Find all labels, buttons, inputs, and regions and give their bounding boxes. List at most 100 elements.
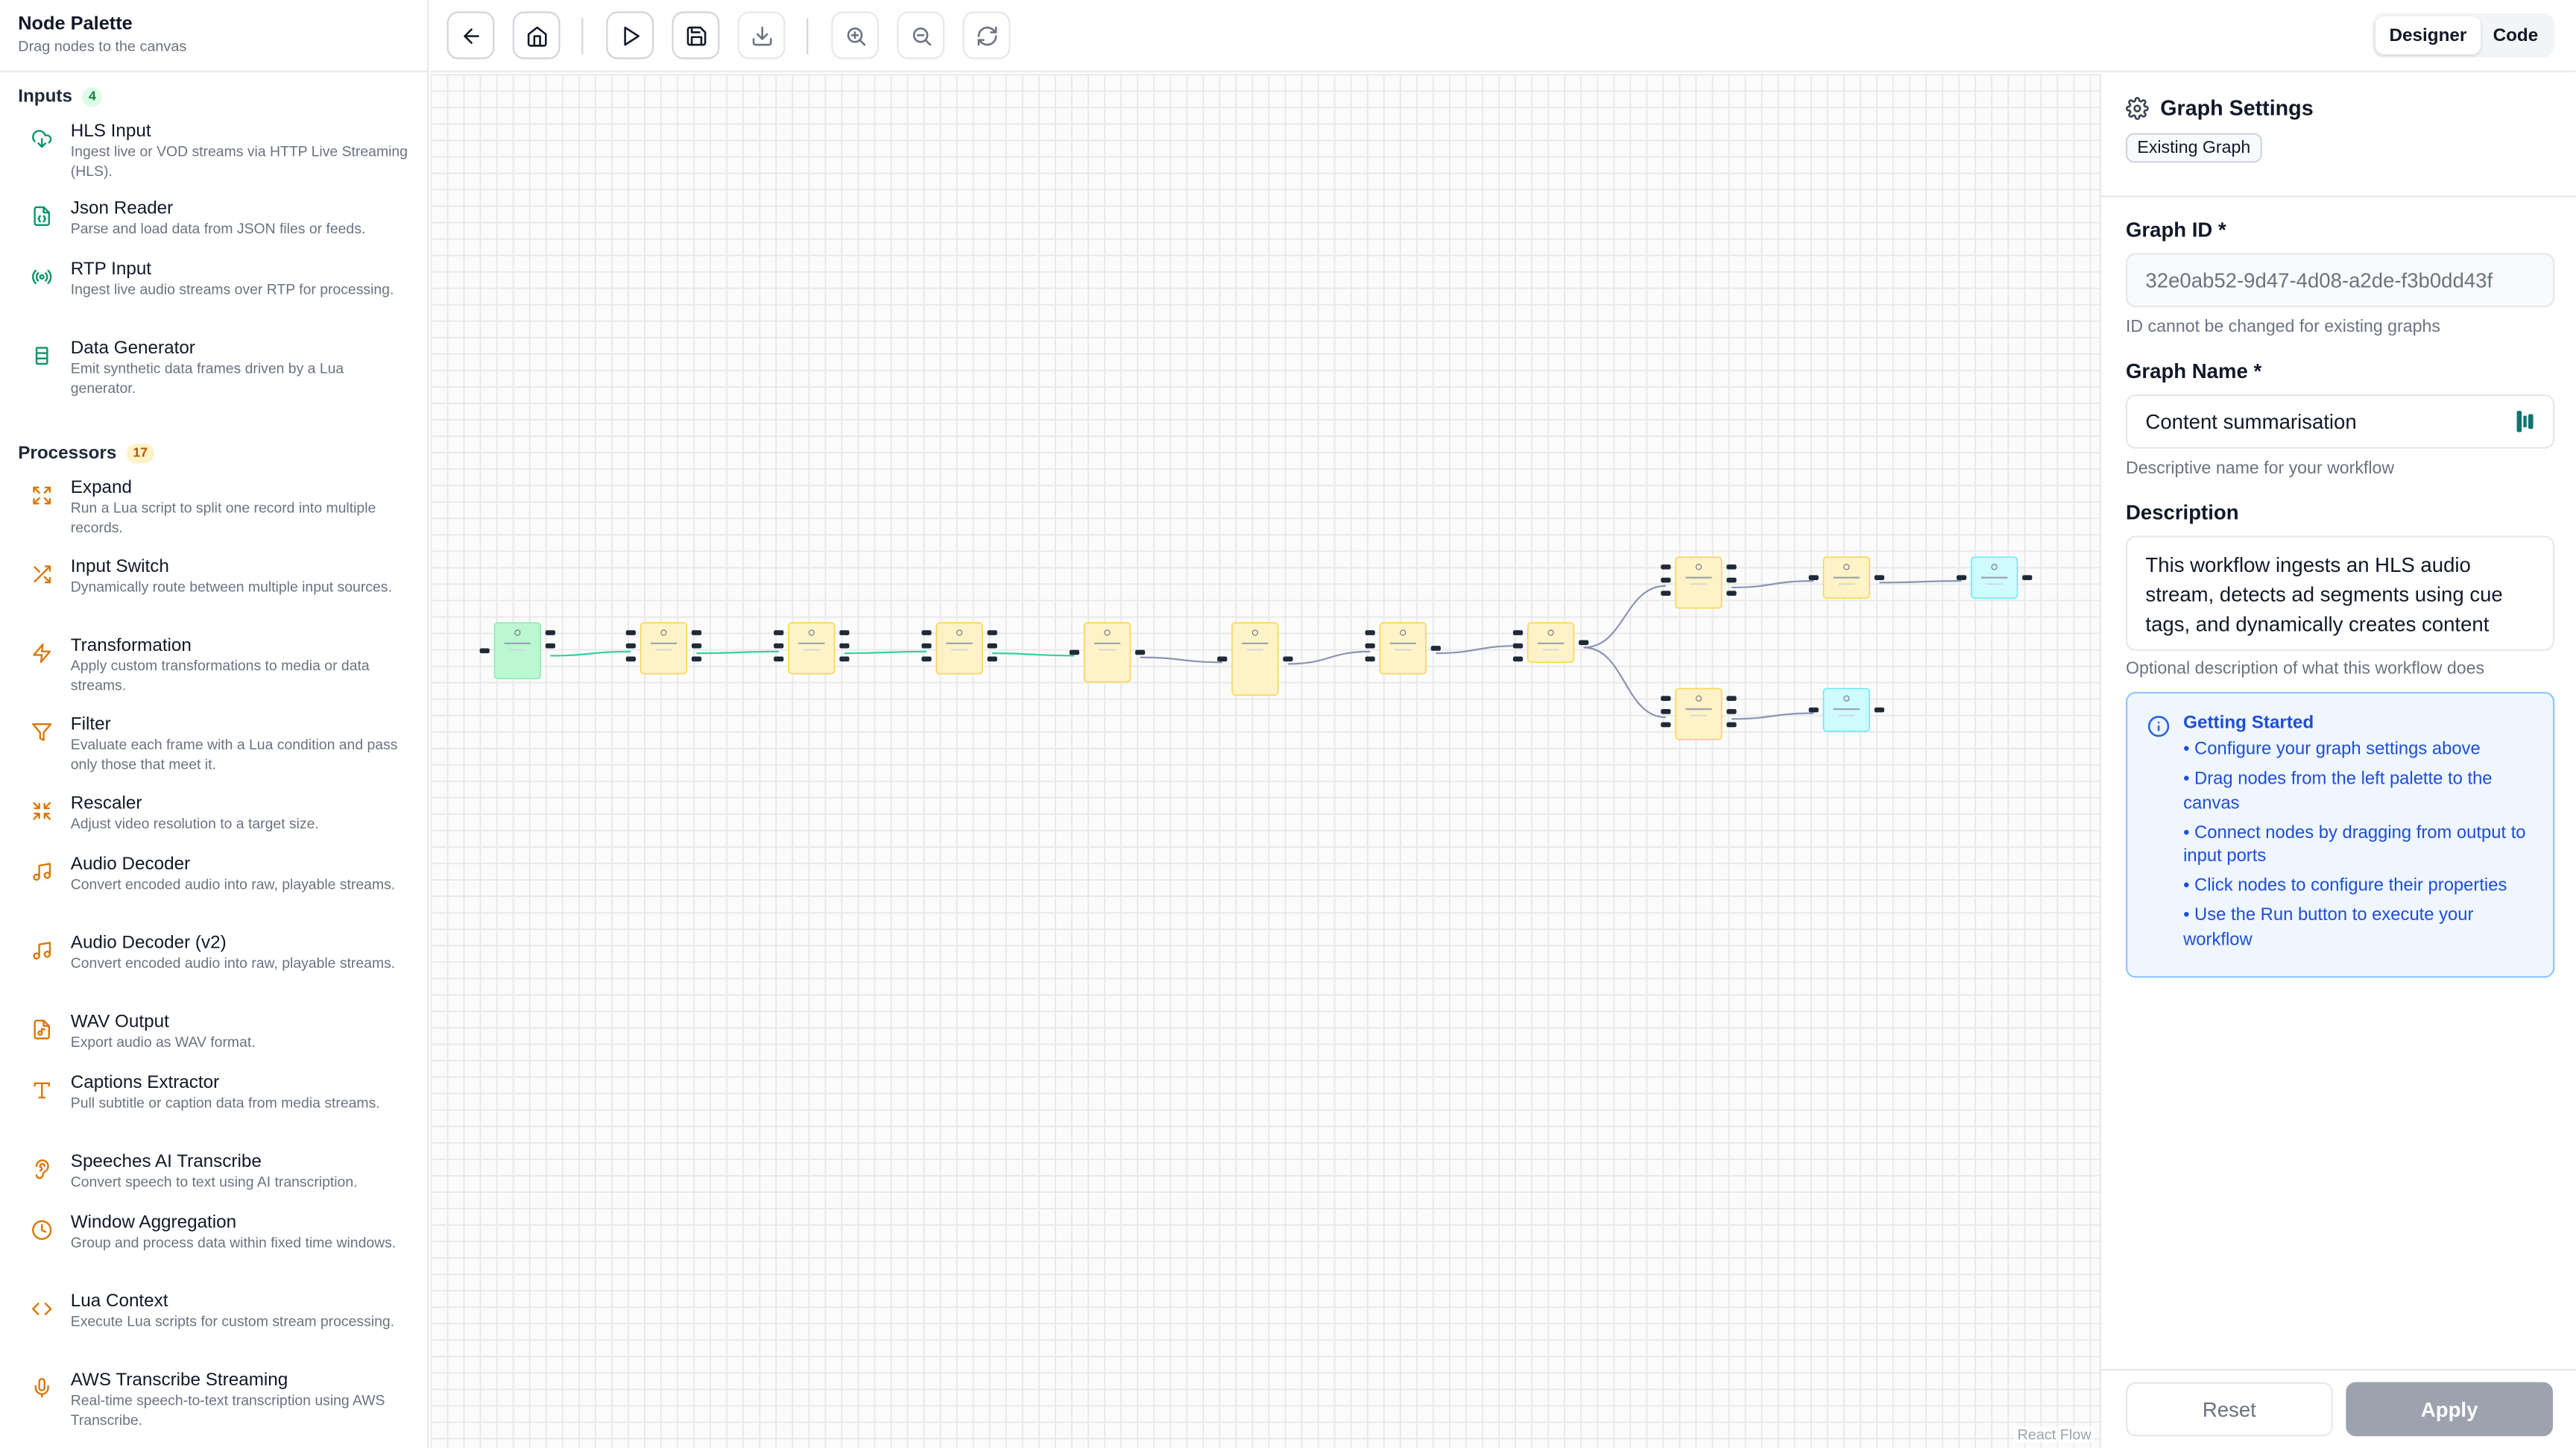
flow-node[interactable] <box>1069 622 1146 683</box>
input-handle <box>1661 696 1671 702</box>
flow-node[interactable] <box>625 622 702 675</box>
palette-item-description: Emit synthetic data frames driven by a L… <box>70 359 344 396</box>
palette-item-description: Apply custom transformations to media or… <box>70 657 370 693</box>
palette-item[interactable]: Speeches AI Transcribe Convert speech to … <box>0 1150 427 1212</box>
palette-item-description: Execute Lua scripts for custom stream pr… <box>70 1312 395 1330</box>
flow-node-sublabel <box>1099 649 1116 651</box>
palette-item-name: Speeches AI Transcribe <box>70 1152 262 1172</box>
zoom-in-button[interactable] <box>831 11 880 60</box>
flow-node[interactable] <box>774 622 850 675</box>
palette-item[interactable]: Audio Decoder (v2) Convert encoded audio … <box>0 932 427 1011</box>
flow-node[interactable] <box>1808 687 1884 732</box>
flow-node-sublabel <box>1838 583 1855 585</box>
edge[interactable] <box>1287 650 1371 665</box>
flow-node[interactable] <box>1661 687 1737 740</box>
edge[interactable] <box>1731 580 1814 589</box>
palette-item-text: Expand Run a Lua script to split one reco… <box>71 476 409 555</box>
flow-node[interactable] <box>1512 622 1589 663</box>
palette-item[interactable]: Data Generator Emit synthetic data frames… <box>0 337 427 421</box>
flow-node-label <box>650 642 678 644</box>
palette-item[interactable]: Audio Decoder Convert encoded audio into … <box>0 853 427 932</box>
edge[interactable] <box>1583 646 1666 719</box>
palette-item[interactable]: RTP Input Ingest live audio streams over … <box>0 258 427 337</box>
edge[interactable] <box>992 652 1075 657</box>
processors-section-header[interactable]: Processors 17 <box>0 430 427 476</box>
edge[interactable] <box>1436 645 1518 655</box>
palette-item-description: Convert encoded audio into raw, playable… <box>70 875 396 893</box>
palette-item[interactable]: Captions Extractor Pull subtitle or capti… <box>0 1071 427 1150</box>
edge[interactable] <box>1583 585 1666 649</box>
palette-item[interactable]: Filter Evaluate each frame with a Lua con… <box>0 714 427 793</box>
expand-icon <box>32 486 51 505</box>
flow-graph <box>479 556 2033 740</box>
palette-item-name: Data Generator <box>70 339 195 359</box>
tab-designer[interactable]: Designer <box>2375 16 2480 54</box>
zoom-out-button[interactable] <box>897 11 945 60</box>
palette-item-text: Lua Context Execute Lua scripts for custo… <box>71 1290 409 1369</box>
music-icon <box>32 863 51 881</box>
apply-button[interactable]: Apply <box>2346 1382 2554 1437</box>
edge[interactable] <box>1879 580 1962 584</box>
edge[interactable] <box>696 650 779 655</box>
edge[interactable] <box>1140 656 1222 664</box>
flow-canvas[interactable]: React Flow <box>430 74 2100 1448</box>
edge[interactable] <box>844 650 927 655</box>
getting-started-list: • Configure your graph settings above • D… <box>2183 738 2533 952</box>
palette-item[interactable]: Json Reader Parse and load data from JSON… <box>0 197 427 258</box>
ear-icon <box>34 1159 48 1180</box>
flow-node-sublabel <box>655 649 672 651</box>
palette-item-description: Export audio as WAV format. <box>70 1033 256 1051</box>
flow-node-label <box>1093 642 1121 644</box>
flow-node[interactable] <box>1956 556 2033 599</box>
palette-item-description: Ingest live audio streams over RTP for p… <box>70 280 394 298</box>
graph-id-field: 32e0ab52-9d47-4d08-a2de-f3b0dd43f <box>2125 253 2555 308</box>
palette-item-text: Rescaler Adjust video resolution to a tar… <box>71 792 409 853</box>
flow-node-label <box>1981 576 2008 579</box>
palette-item-name: Filter <box>70 714 111 735</box>
tab-code[interactable]: Code <box>2480 16 2551 54</box>
refresh-icon <box>976 25 997 45</box>
download-button[interactable] <box>737 11 786 60</box>
flow-node-label <box>1389 642 1416 644</box>
palette-item[interactable]: Expand Run a Lua script to split one reco… <box>0 476 427 555</box>
palette-item[interactable]: Transformation Apply custom transformatio… <box>0 635 427 714</box>
edge[interactable] <box>550 650 631 657</box>
react-flow-attribution[interactable]: React Flow <box>2014 1426 2095 1444</box>
input-handle <box>1661 709 1671 714</box>
password-manager-icon[interactable] <box>2516 411 2535 432</box>
flow-node[interactable] <box>1217 622 1293 696</box>
save-button[interactable] <box>672 11 720 60</box>
refresh-button[interactable] <box>962 11 1011 60</box>
reset-button[interactable]: Reset <box>2125 1382 2333 1437</box>
settings-title: Graph Settings <box>2160 95 2314 120</box>
palette-item[interactable]: HLS Input Ingest live or VOD streams via … <box>0 120 427 198</box>
back-button[interactable] <box>446 11 495 60</box>
palette-item[interactable]: AWS Transcribe Streaming Real-time speech… <box>0 1369 427 1448</box>
palette-item[interactable]: Window Aggregation Group and process data… <box>0 1211 427 1290</box>
getting-started-item: • Configure your graph settings above <box>2183 739 2481 760</box>
palette-item-icon-wrap <box>26 1369 56 1448</box>
flow-node[interactable] <box>479 622 555 680</box>
flow-node[interactable] <box>1808 556 1884 599</box>
palette-item[interactable]: Lua Context Execute Lua scripts for custo… <box>0 1290 427 1369</box>
graph-name-field[interactable]: Content summarisation <box>2125 394 2555 449</box>
inputs-section-header[interactable]: Inputs 4 <box>0 74 427 120</box>
palette-item-text: Data Generator Emit synthetic data frames… <box>71 337 409 421</box>
palette-item[interactable]: Rescaler Adjust video resolution to a tar… <box>0 792 427 853</box>
palette-item[interactable]: Input Switch Dynamically route between mu… <box>0 555 427 635</box>
graph-name-value: Content summarisation <box>2145 409 2357 433</box>
run-button[interactable] <box>606 11 654 60</box>
output-handle <box>2022 575 2033 581</box>
flow-node[interactable] <box>921 622 997 675</box>
home-button[interactable] <box>512 11 561 60</box>
palette-item-description: Evaluate each frame with a Lua condition… <box>70 736 398 772</box>
edge[interactable] <box>1731 712 1814 720</box>
palette-item[interactable]: WAV Output Export audio as WAV format. <box>0 1010 427 1071</box>
palette-item-name: Lua Context <box>70 1291 168 1312</box>
palette-item-text: Speeches AI Transcribe Convert speech to … <box>71 1150 409 1212</box>
flow-node[interactable] <box>1661 556 1737 609</box>
input-handle <box>625 643 636 649</box>
palette-item-icon-wrap <box>26 635 56 714</box>
description-textarea[interactable]: This workflow ingests an HLS audio strea… <box>2125 535 2555 651</box>
flow-node[interactable] <box>1365 622 1441 675</box>
